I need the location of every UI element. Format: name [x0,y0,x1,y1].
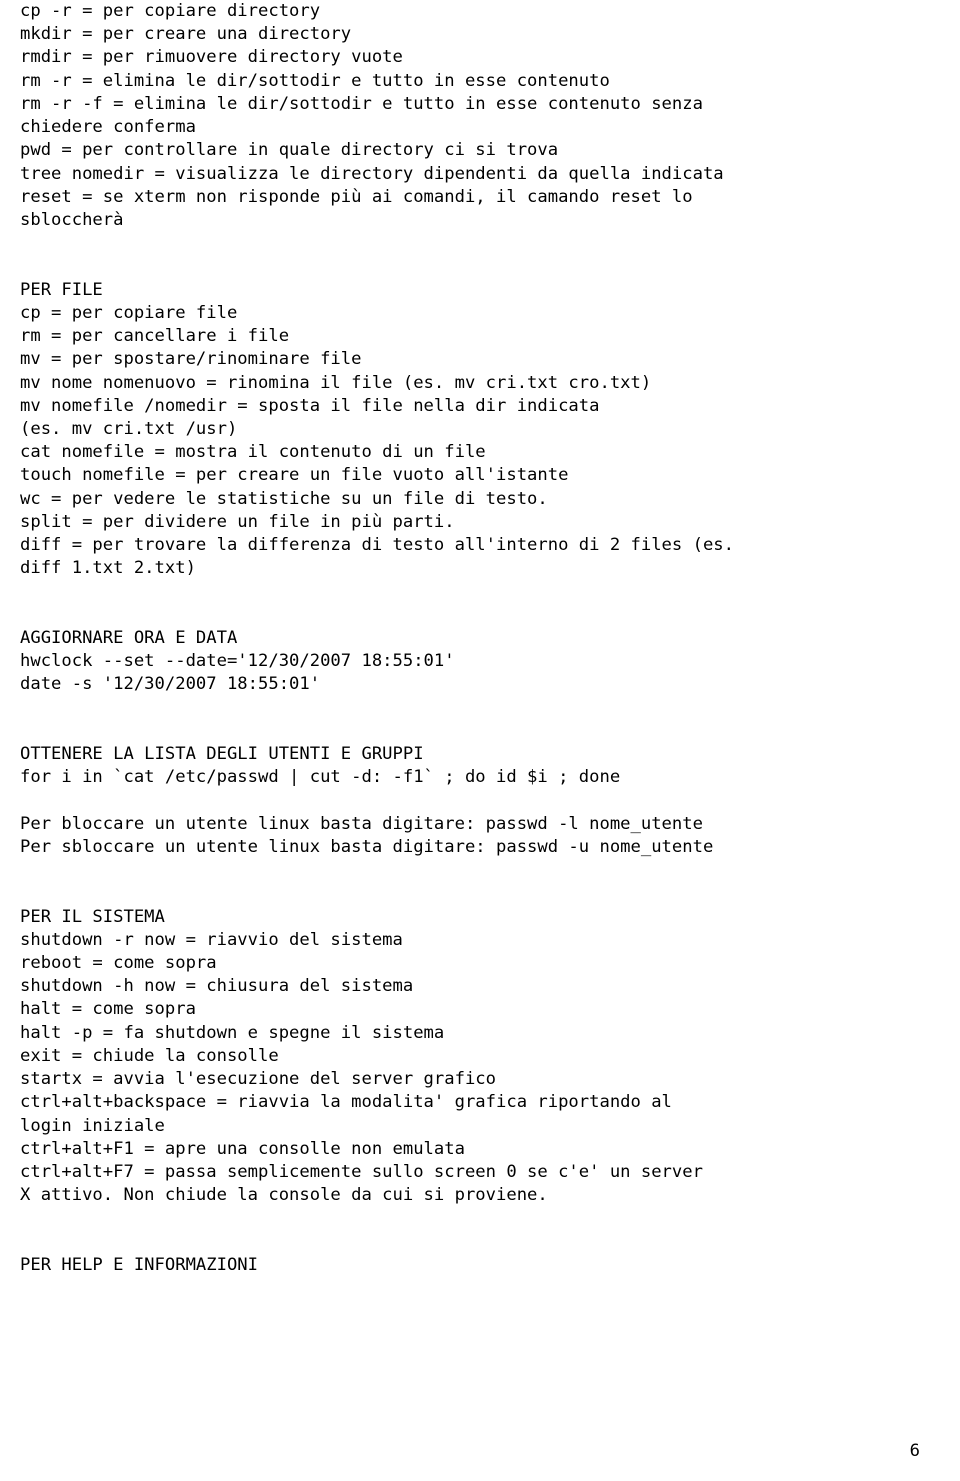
file-line-7: touch nomefile = per creare un file vuot… [20,465,568,485]
clock-line-1: date -s '12/30/2007 18:55:01' [20,674,320,694]
section-title-clock: AGGIORNARE ORA E DATA [20,628,237,648]
system-line-4: halt -p = fa shutdown e spegne il sistem… [20,1023,444,1043]
dir-line-2: rmdir = per rimuovere directory vuote [20,47,403,67]
dir-line-5: chiedere conferma [20,117,196,137]
file-line-4: mv nomefile /nomedir = sposta il file ne… [20,396,599,416]
dir-line-9: sbloccherà [20,210,123,230]
file-line-9: split = per dividere un file in più part… [20,512,455,532]
document-page: cp -r = per copiare directory mkdir = pe… [0,0,960,1481]
system-line-1: reboot = come sopra [20,953,217,973]
users-line-2: Per bloccare un utente linux basta digit… [20,814,703,834]
system-line-9: ctrl+alt+F1 = apre una consolle non emul… [20,1139,465,1159]
system-line-6: startx = avvia l'esecuzione del server g… [20,1069,496,1089]
dir-line-1: mkdir = per creare una directory [20,24,351,44]
page-content: cp -r = per copiare directory mkdir = pe… [0,0,960,1297]
dir-line-7: tree nomedir = visualizza le directory d… [20,164,724,184]
dir-line-0: cp -r = per copiare directory [20,1,320,21]
system-line-7: ctrl+alt+backspace = riavvia la modalita… [20,1092,672,1112]
system-line-11: X attivo. Non chiude la console da cui s… [20,1185,548,1205]
section-title-file: PER FILE [20,280,103,300]
system-line-0: shutdown -r now = riavvio del sistema [20,930,403,950]
users-line-0: for i in `cat /etc/passwd | cut -d: -f1`… [20,767,620,787]
dir-line-4: rm -r -f = elimina le dir/sottodir e tut… [20,94,703,114]
section-title-users: OTTENERE LA LISTA DEGLI UTENTI E GRUPPI [20,744,424,764]
file-line-0: cp = per copiare file [20,303,237,323]
file-line-11: diff 1.txt 2.txt) [20,558,196,578]
dir-line-8: reset = se xterm non risponde più ai com… [20,187,693,207]
clock-line-0: hwclock --set --date='12/30/2007 18:55:0… [20,651,455,671]
system-line-3: halt = come sopra [20,999,196,1019]
file-line-3: mv nome nomenuovo = rinomina il file (es… [20,373,651,393]
file-line-6: cat nomefile = mostra il contenuto di un… [20,442,486,462]
page-number: 6 [910,1440,920,1463]
section-title-system: PER IL SISTEMA [20,907,165,927]
system-line-2: shutdown -h now = chiusura del sistema [20,976,413,996]
system-line-5: exit = chiude la consolle [20,1046,279,1066]
system-line-10: ctrl+alt+F7 = passa semplicemente sullo … [20,1162,703,1182]
dir-line-3: rm -r = elimina le dir/sottodir e tutto … [20,71,610,91]
file-line-8: wc = per vedere le statistiche su un fil… [20,489,548,509]
users-line-3: Per sbloccare un utente linux basta digi… [20,837,713,857]
system-line-8: login iniziale [20,1116,165,1136]
file-line-1: rm = per cancellare i file [20,326,289,346]
file-line-10: diff = per trovare la differenza di test… [20,535,734,555]
file-line-2: mv = per spostare/rinominare file [20,349,361,369]
dir-line-6: pwd = per controllare in quale directory… [20,140,558,160]
file-line-5: (es. mv cri.txt /usr) [20,419,237,439]
section-title-help: PER HELP E INFORMAZIONI [20,1255,258,1275]
